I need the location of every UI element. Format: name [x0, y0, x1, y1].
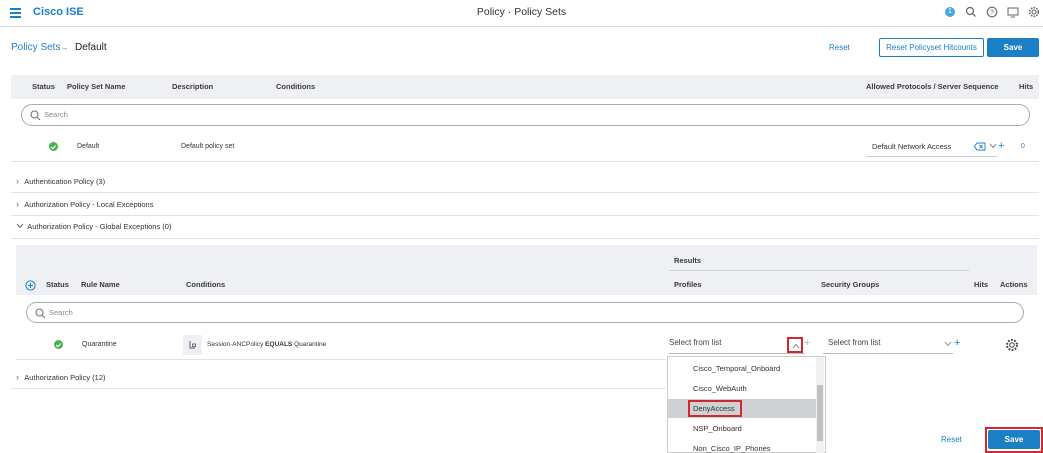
chevron-down-icon: [16, 223, 24, 229]
col-conditions: Conditions: [276, 82, 316, 91]
scrollbar-thumb[interactable]: [817, 385, 823, 441]
footer-save-button[interactable]: Save: [988, 430, 1040, 449]
security-groups-placeholder: Select from list: [828, 338, 881, 347]
security-groups-select[interactable]: Select from list: [823, 334, 953, 354]
chevron-right-icon: ›: [16, 176, 19, 186]
col-actions: Actions: [1000, 280, 1028, 289]
policy-set-name[interactable]: Default: [77, 143, 99, 150]
section-label: Authorization Policy (12): [24, 373, 106, 382]
section-authentication[interactable]: › Authentication Policy (3): [16, 176, 105, 186]
section-global-exceptions[interactable]: Authorization Policy - Global Exceptions…: [16, 222, 171, 231]
dropdown-option[interactable]: Cisco_Temporal_Onboard: [693, 364, 780, 373]
clear-icon[interactable]: [974, 142, 986, 151]
col-status: Status: [32, 82, 55, 91]
col-rule-name: Rule Name: [81, 280, 120, 289]
col-allowed-protocols: Allowed Protocols / Server Sequence: [866, 82, 999, 91]
save-button[interactable]: Save: [987, 38, 1039, 57]
add-icon[interactable]: +: [804, 337, 810, 349]
results-label: Results: [674, 256, 702, 265]
condition-attribute: Session·ANCPolicy: [207, 341, 264, 348]
section-label: Authorization Policy - Local Exceptions: [24, 200, 154, 209]
divider: [11, 161, 1039, 162]
divider: [11, 215, 1039, 216]
results-group-header: Results: [669, 251, 969, 271]
divider: [16, 359, 666, 360]
allowed-protocols-select[interactable]: Default Network Access: [866, 137, 997, 157]
profiles-dropdown-toggle[interactable]: [787, 337, 803, 353]
rule-name[interactable]: Quarantine: [82, 341, 117, 348]
chevron-right-icon: ›: [16, 372, 19, 382]
condition-type-icon: [183, 335, 202, 355]
col-hits: Hits: [1019, 82, 1034, 91]
col-description: Description: [172, 82, 214, 91]
divider: [11, 192, 1039, 193]
section-label: Authentication Policy (3): [24, 177, 106, 186]
search-placeholder: Search: [49, 308, 73, 317]
status-enabled-icon: [54, 340, 63, 349]
section-label: Authorization Policy - Global Exceptions…: [27, 222, 172, 231]
help-icon[interactable]: ?: [986, 6, 998, 18]
add-icon[interactable]: +: [998, 140, 1004, 152]
divider: [11, 388, 666, 389]
page-title: Policy · Policy Sets: [476, 6, 567, 18]
search-icon: [30, 110, 41, 121]
policy-set-description: Default policy set: [181, 143, 235, 150]
gear-icon[interactable]: [1005, 338, 1019, 352]
gear-icon[interactable]: [1028, 6, 1040, 18]
section-local-exceptions[interactable]: › Authorization Policy - Local Exception…: [16, 199, 153, 209]
policy-hits[interactable]: 0: [1021, 143, 1025, 150]
chevron-up-icon: [792, 343, 800, 349]
col-policy-set-name: Policy Set Name: [67, 82, 126, 91]
reset-hitcounts-button[interactable]: Reset Policyset Hitcounts: [879, 38, 984, 57]
allowed-protocols-value: Default Network Access: [872, 142, 952, 151]
chevron-down-icon[interactable]: [989, 143, 997, 149]
add-rule-icon[interactable]: [25, 280, 36, 291]
breadcrumb-current: Default: [75, 42, 107, 53]
col-hits: Hits: [974, 280, 989, 289]
chevron-right-icon: ›: [16, 199, 19, 209]
col-conditions: Conditions: [186, 280, 226, 289]
search-icon[interactable]: [965, 6, 977, 18]
dropdown-option[interactable]: Cisco_WebAuth: [693, 384, 747, 393]
condition-value: Quarantine: [294, 341, 327, 348]
notification-badge[interactable]: 1: [945, 7, 955, 17]
rules-search-input[interactable]: Search: [26, 302, 1024, 323]
rule-condition[interactable]: Session·ANCPolicy EQUALS Quarantine: [207, 341, 326, 348]
divider: [11, 238, 1039, 239]
condition-operator: EQUALS: [265, 341, 293, 348]
section-authorization[interactable]: › Authorization Policy (12): [16, 372, 106, 382]
col-profiles: Profiles: [674, 280, 702, 289]
dropdown-option[interactable]: Non_Cisco_IP_Phones: [693, 444, 771, 453]
reset-link[interactable]: Reset: [829, 43, 850, 52]
col-security-groups: Security Groups: [821, 280, 880, 289]
monitor-icon[interactable]: [1007, 6, 1019, 18]
policy-search-input[interactable]: Search: [21, 104, 1030, 126]
search-icon: [35, 308, 46, 319]
search-placeholder: Search: [44, 110, 68, 119]
breadcrumb-policy-sets[interactable]: Policy Sets→: [11, 42, 68, 53]
dropdown-option-label: DenyAccess: [693, 404, 735, 413]
profiles-placeholder: Select from list: [669, 338, 722, 347]
profiles-select[interactable]: Select from list: [669, 334, 805, 354]
add-icon[interactable]: +: [954, 337, 960, 349]
footer-reset-link[interactable]: Reset: [941, 435, 962, 444]
svg-text:?: ?: [990, 10, 994, 17]
col-status: Status: [46, 280, 69, 289]
chevron-down-icon[interactable]: [944, 341, 952, 347]
status-enabled-icon: [49, 142, 58, 151]
dropdown-option[interactable]: NSP_Onboard: [693, 424, 742, 433]
